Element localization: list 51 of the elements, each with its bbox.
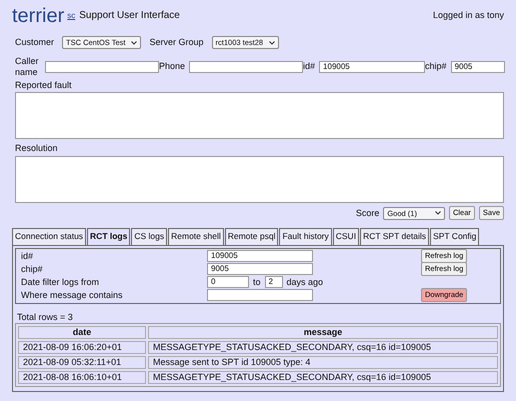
tab[interactable]: Remote shell (168, 228, 224, 245)
input-field[interactable] (45, 60, 159, 73)
tab[interactable]: RCT SPT details (360, 228, 430, 245)
input-field[interactable]: 9005 (207, 263, 313, 276)
field-label: days ago (286, 276, 324, 288)
tab[interactable]: Connection status (12, 228, 86, 245)
input-field[interactable]: 9005 (450, 60, 505, 73)
tab[interactable]: Remote psql (224, 228, 278, 245)
field-label: Phone (159, 61, 186, 72)
tab[interactable]: RCT logs (87, 228, 130, 245)
field-label: chip# (425, 61, 447, 72)
field-label: Date filter logs from (21, 276, 100, 288)
user-status: Logged in as tony (432, 10, 504, 21)
input-field[interactable]: 0 (207, 276, 249, 288)
input-field[interactable] (207, 289, 313, 302)
field-label: Score (356, 208, 380, 219)
field-label: Customer (15, 37, 54, 48)
caret-icon (131, 40, 138, 44)
field-label: Reported fault (15, 80, 73, 90)
table-cell: MESSAGETYPE_STATUSACKED_SECONDARY, csq=16 id=109005 (148, 371, 498, 384)
input-field[interactable]: 109005 (207, 250, 313, 262)
field-label: id# (21, 250, 34, 262)
tab[interactable]: Fault history (279, 228, 332, 245)
field-label: Caller name (15, 56, 40, 78)
field-label: Resolution (15, 143, 59, 154)
text-area[interactable] (15, 92, 504, 140)
field-label: id# (303, 61, 316, 72)
tab[interactable]: SPT Config (430, 228, 480, 245)
field-label: Where message contains (21, 290, 124, 300)
field-label: Server Group (149, 37, 204, 48)
table-cell: Message sent to SPT id 109005 type: 4 (148, 356, 498, 370)
text-area[interactable] (15, 156, 504, 204)
row-count: Total rows = 3 (17, 312, 74, 322)
caret-icon (434, 211, 441, 216)
logo-text: terrier (12, 6, 64, 26)
caret-icon (269, 40, 276, 44)
tab[interactable]: CSUI (332, 228, 360, 245)
logo-mark: sc (67, 11, 76, 21)
field-label: chip# (21, 264, 44, 274)
column-header: date (18, 326, 146, 340)
input-field[interactable]: 109005 (319, 60, 426, 73)
field-label: to (253, 276, 261, 288)
page-title: Support User Interface (79, 10, 180, 22)
table-cell: 2021-08-09 16:06:20+01 (18, 341, 146, 354)
table-cell: MESSAGETYPE_STATUSACKED_SECONDARY, csq=16 id=109005 (148, 341, 498, 354)
input-field[interactable]: 2 (264, 276, 283, 288)
column-header: message (148, 326, 498, 340)
tab[interactable]: CS logs (131, 228, 168, 245)
table-cell: 2021-08-09 05:32:11+01 (18, 356, 146, 370)
table-cell: 2021-08-08 16:06:10+01 (18, 371, 146, 384)
input-field[interactable] (189, 60, 304, 73)
